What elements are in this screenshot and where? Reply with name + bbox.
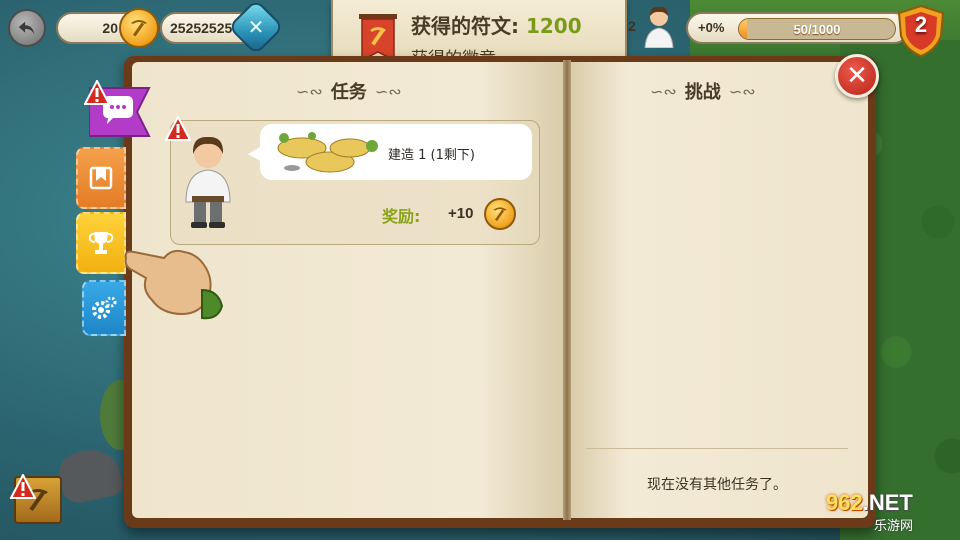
pickaxe-coin-icon — [484, 198, 516, 230]
swirl-right-icon: ∽∾ — [728, 81, 756, 101]
swirl-right-icon: ∽∾ — [374, 81, 402, 101]
worker-count: 2 — [628, 18, 636, 34]
bookmark-icon — [89, 166, 113, 190]
notice-value: 1200 — [525, 14, 582, 38]
notice-title: 获得的符文: 1200 — [411, 10, 582, 39]
gem-cross-icon: ✕ — [247, 15, 265, 39]
coin-count: 20 — [102, 20, 118, 36]
xp-panel: +0% 50/1000 — [686, 12, 910, 44]
alert-icon — [84, 80, 110, 105]
back-arrow-icon — [18, 21, 35, 35]
challenge-heading-text: 挑战 — [684, 82, 721, 103]
back-button[interactable] — [8, 9, 46, 47]
close-icon: ✕ — [846, 61, 868, 91]
hand-pointer-icon — [124, 249, 224, 320]
alert-icon — [10, 474, 36, 499]
worker-avatar — [185, 136, 231, 228]
quest-heading-text: 任务 — [330, 82, 367, 103]
divider — [586, 448, 848, 449]
quest-heading: ∽∾ 任务 ∽∾ — [296, 78, 402, 104]
swirl-left-icon: ∽∾ — [650, 81, 677, 101]
book-spine — [563, 60, 571, 520]
notice-title-text: 获得的符文: — [411, 14, 526, 38]
close-button[interactable]: ✕ — [835, 54, 879, 98]
challenge-page — [568, 62, 868, 518]
pickaxe-coin-icon[interactable] — [119, 8, 159, 48]
xp-percent: +0% — [698, 20, 725, 35]
watermark-brand: 962.NET — [826, 490, 913, 516]
level-number: 2 — [914, 12, 928, 37]
alert-icon — [165, 116, 191, 141]
gem-count: 25252525 — [170, 20, 233, 36]
reward-value: +10 — [448, 205, 474, 222]
empty-message: 现在没有其他任务了。 — [647, 477, 787, 493]
gear-icon — [92, 296, 117, 319]
xp-bar: 50/1000 — [738, 18, 896, 40]
worker-avatar-icon[interactable] — [640, 4, 678, 48]
reward-label: 奖励: — [382, 207, 421, 226]
tab-settings[interactable] — [82, 280, 126, 336]
xp-text: 50/1000 — [793, 21, 841, 37]
watermark-net: .NET — [862, 490, 913, 515]
tab-quests[interactable] — [76, 147, 126, 209]
watermark-number: 962 — [826, 490, 863, 515]
challenge-heading: ∽∾ 挑战 ∽∾ — [650, 78, 756, 104]
hay-field-icon — [277, 132, 378, 173]
trophy-icon — [88, 232, 114, 254]
watermark-sub: 乐游网 — [874, 519, 914, 534]
swirl-left-icon: ∽∾ — [296, 81, 323, 101]
quest-description: 建造 1 (1剩下) — [388, 148, 475, 163]
tab-achievements[interactable] — [76, 212, 126, 274]
